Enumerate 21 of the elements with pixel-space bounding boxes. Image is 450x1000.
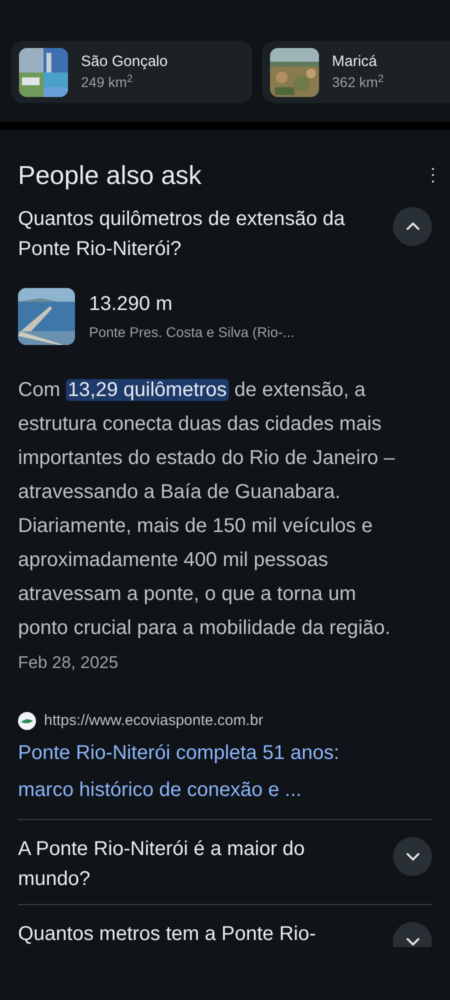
site-icon (18, 712, 36, 730)
answer-value: 13.290 m (89, 292, 174, 316)
place-area: 362 km$^{2}$ (332, 72, 384, 92)
question-text: A Ponte Rio-Niterói é a maior do mundo? (18, 836, 306, 892)
section-title: People also ask (18, 158, 202, 192)
place-name: Maricá (332, 52, 378, 72)
place-card[interactable]: Maricá 362 km$^{2}$ (262, 41, 450, 103)
chevron-icon (406, 936, 420, 946)
question-text: Quantos metros tem a Ponte Rio- (18, 922, 317, 946)
chevron-icon (406, 852, 420, 860)
place-area: 249 km$^{2}$ (81, 72, 168, 92)
place-card[interactable]: São Gonçalo 249 km$^{2}$ (11, 41, 252, 103)
result-link[interactable]: Ponte Rio-Niterói completa 51 anos: marco histórico de conexão e ... (18, 734, 363, 808)
chevron-icon (406, 222, 420, 231)
collapse-button[interactable] (393, 207, 432, 246)
entity-name: Ponte Pres. Costa e Silva (Rio-... (89, 322, 294, 342)
source-url: https://www.ecoviasponte.com.br (44, 711, 264, 731)
place-name: São Gonçalo (81, 52, 168, 72)
question-text: Quantos quilômetros de extensão da Ponte Rio-Niterói? (18, 207, 346, 262)
more-options-button[interactable]: ⋮ (424, 162, 440, 188)
answer-paragraph: Com 13,29 quilômetros de extensão, a estrutura conecta duas das cidades mais importantes do estado do Rio de Janeiro – atravessando a Baía de Guanabara. Diariamente, mais de 150 mil veículos e aproximadamente 400 mil pessoas atravessam a ponte, o que a torna um ponto crucial para a mobilidade da região. Feb 28, 2025 (18, 378, 396, 674)
